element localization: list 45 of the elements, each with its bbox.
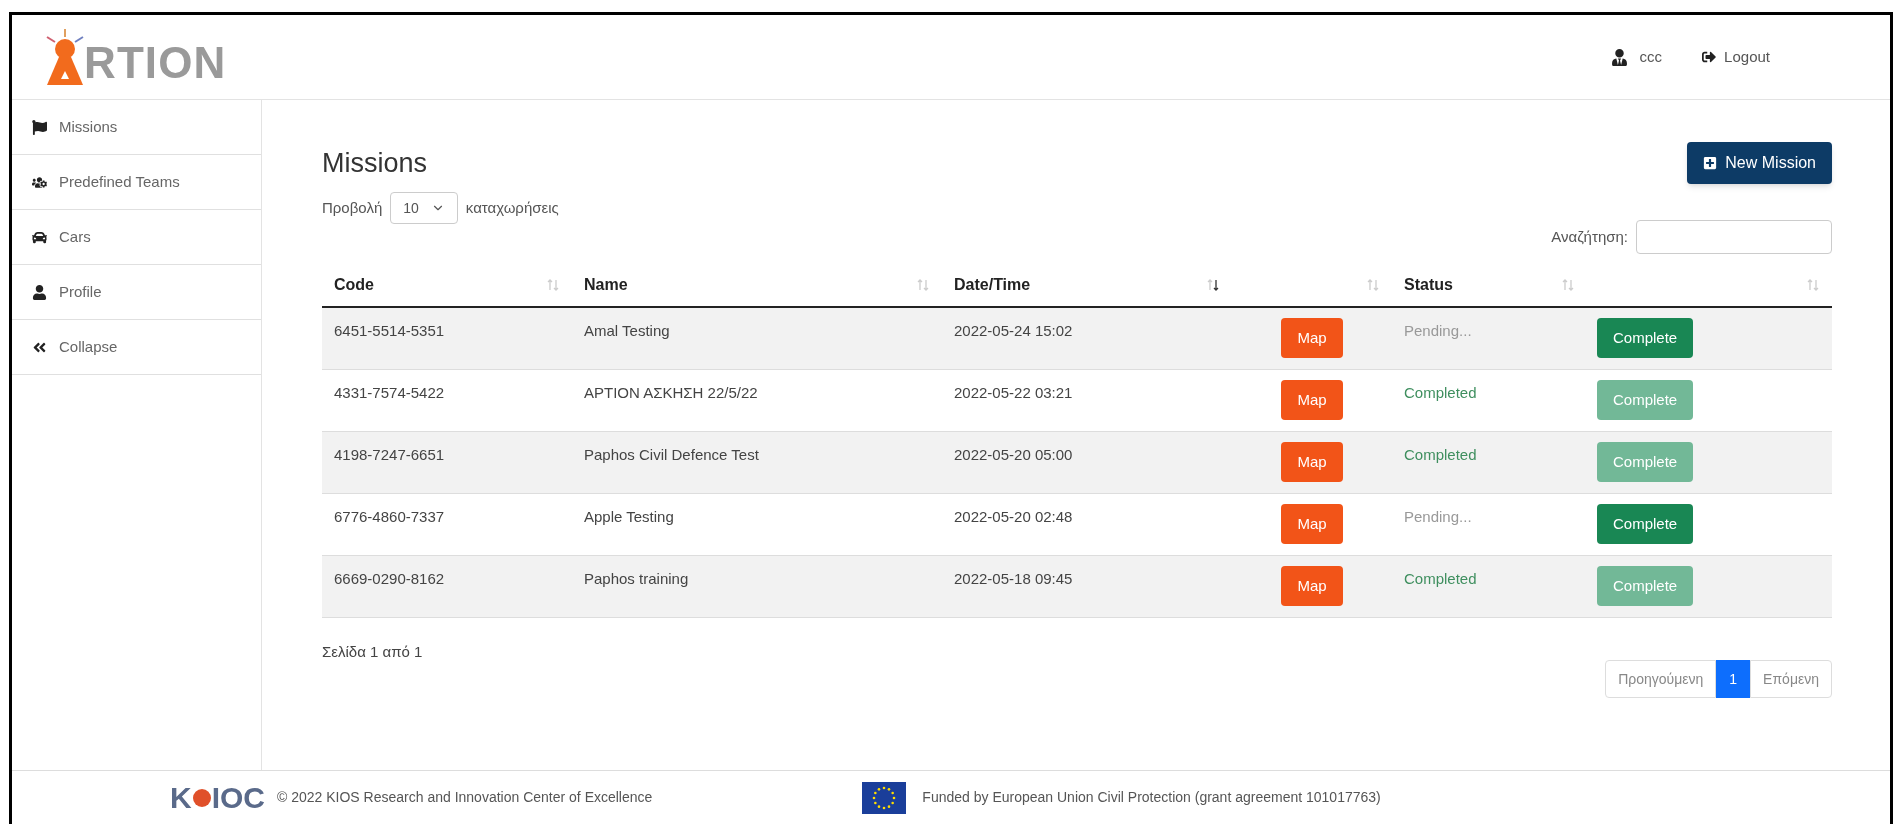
map-button[interactable]: Map [1281, 442, 1343, 482]
funding-text: Funded by European Union Civil Protection (grant agreement 101017763) [922, 788, 1381, 807]
table-cell: 6776-4860-7337 [334, 508, 445, 525]
table-cell: Paphos training [584, 570, 689, 587]
column-header[interactable]: Status [1404, 273, 1453, 297]
table-cell: 2022-05-20 05:00 [954, 446, 1073, 463]
search-label: Αναζήτηση: [1551, 226, 1628, 247]
map-button[interactable]: Map [1281, 566, 1343, 606]
table-cell: 2022-05-24 15:02 [954, 322, 1073, 339]
entries-label: καταχωρήσεις [465, 197, 559, 218]
table-cell: ΑΡΤΙΟΝ ΑΣΚΗΣΗ 22/5/22 [584, 384, 758, 401]
show-label: Προβολή [322, 197, 383, 218]
table-cell: Paphos Civil Defence Test [584, 446, 759, 463]
logo-text: RTION [84, 41, 227, 85]
table-cell: 2022-05-22 03:21 [954, 384, 1073, 401]
table-cell: 6451-5514-5351 [334, 322, 445, 339]
new-mission-button[interactable]: New Mission [1687, 142, 1832, 184]
column-header[interactable]: Name [584, 273, 628, 297]
page-info: Σελίδα 1 από 1 [322, 642, 423, 662]
complete-button[interactable]: Complete [1597, 318, 1694, 358]
complete-button[interactable]: Complete [1597, 504, 1694, 544]
status-text: Pending... [1404, 322, 1472, 339]
status-text: Completed [1404, 570, 1477, 587]
status-text: Pending... [1404, 508, 1472, 525]
status-text: Completed [1404, 384, 1477, 401]
table-cell: 4331-7574-5422 [334, 384, 445, 401]
page-size-select[interactable]: 10 [390, 192, 458, 224]
username: ccc [1639, 46, 1663, 67]
table-cell: Amal Testing [584, 322, 670, 339]
table-cell: 2022-05-18 09:45 [954, 570, 1073, 587]
map-button[interactable]: Map [1281, 380, 1343, 420]
table-cell: 4198-7247-6651 [334, 446, 445, 463]
map-button[interactable]: Map [1281, 318, 1343, 358]
map-button[interactable]: Map [1281, 504, 1343, 544]
kios-logo: K ΙΟϹ [170, 782, 265, 813]
logout-link[interactable]: Logout [1702, 45, 1770, 69]
copyright-text: © 2022 KIOS Research and Innovation Center of Excellence [277, 788, 653, 807]
table-cell: 6669-0290-8162 [334, 570, 445, 587]
pagination-button[interactable]: 1 [1716, 660, 1751, 698]
status-text: Completed [1404, 446, 1477, 463]
page-title: Missions [322, 146, 428, 180]
column-header[interactable]: Date/Time [954, 273, 1031, 297]
column-header[interactable]: Code [334, 273, 374, 297]
table-cell: 2022-05-20 02:48 [954, 508, 1073, 525]
table-cell: Apple Testing [584, 508, 674, 525]
